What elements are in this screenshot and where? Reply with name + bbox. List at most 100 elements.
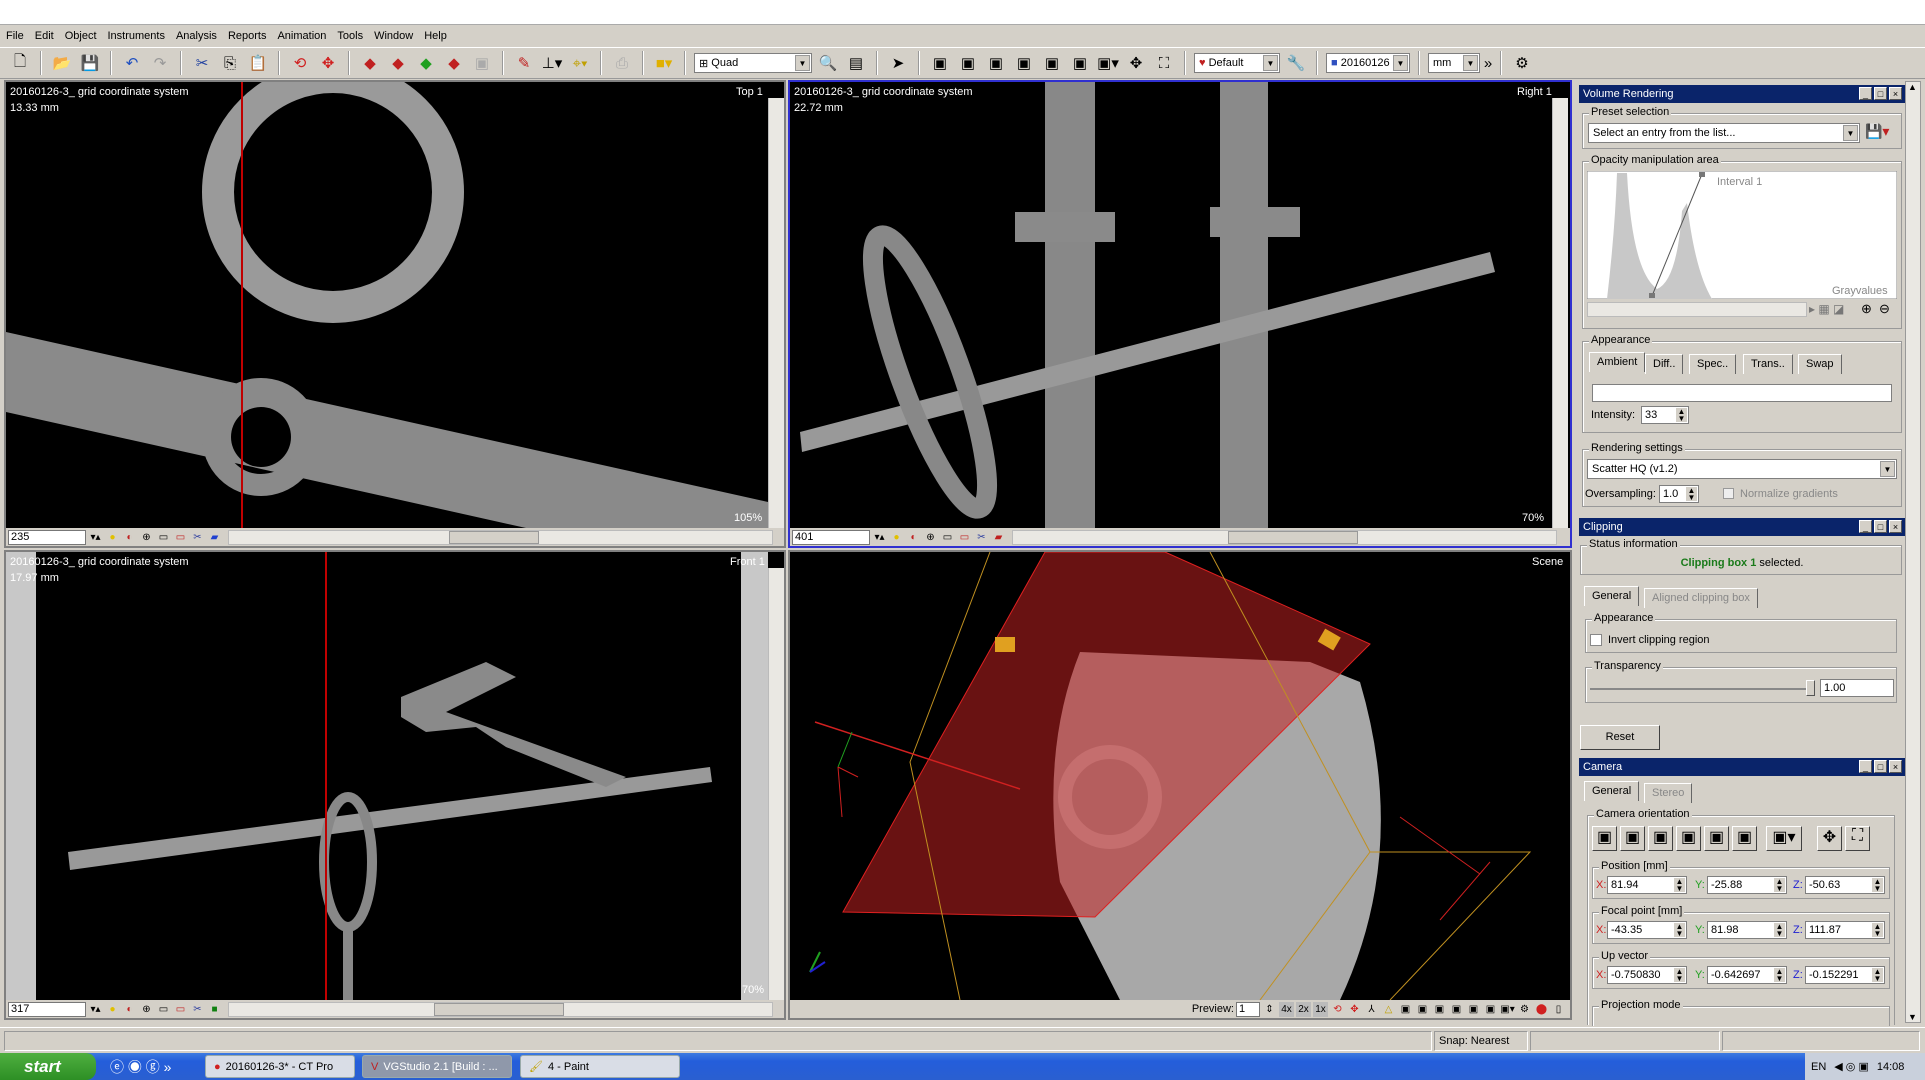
ambient-color-slider[interactable]: [1592, 384, 1892, 402]
light-icon[interactable]: ●: [105, 530, 120, 545]
renderer-select[interactable]: Scatter HQ (v1.2) ▼: [1587, 459, 1897, 479]
view-back-icon[interactable]: ▣: [1415, 1002, 1430, 1017]
screen-icon[interactable]: ▭: [940, 530, 955, 545]
axes-icon[interactable]: ⅄: [1364, 1002, 1379, 1017]
spinner-icon[interactable]: ▲ ▼: [1774, 968, 1785, 983]
reset-button[interactable]: Reset: [1580, 725, 1660, 750]
task-vgstudio[interactable]: V VGStudio 2.1 [Build : ...: [362, 1055, 512, 1078]
move-icon[interactable]: ✥: [1347, 1002, 1362, 1017]
view-custom-icon[interactable]: ▣▾: [1096, 51, 1120, 75]
cut-icon[interactable]: ✂: [974, 530, 989, 545]
spinner-icon[interactable]: ▲ ▼: [1872, 968, 1883, 983]
scroll-up-icon[interactable]: ▲: [1908, 82, 1917, 92]
preview-1x-button[interactable]: 1x: [1313, 1001, 1328, 1017]
vertical-scrollbar[interactable]: [768, 98, 784, 528]
zoom-out-icon[interactable]: ⊖: [1879, 301, 1890, 317]
slice-number-field[interactable]: 401: [792, 529, 870, 545]
maximize-icon[interactable]: □: [1874, 760, 1887, 773]
spin-icon[interactable]: ▾▴: [88, 1002, 103, 1017]
new-file-icon[interactable]: 🗋: [8, 51, 32, 75]
histogram-tools-icon[interactable]: ▸ ▦ ◪: [1809, 302, 1844, 316]
spinner-icon[interactable]: ▲ ▼: [1676, 408, 1687, 423]
view-right-icon[interactable]: ▣: [1676, 826, 1701, 851]
report-icon[interactable]: ⎙: [610, 51, 634, 75]
zoom-in-icon[interactable]: ⊕: [1861, 301, 1872, 317]
save-preset-icon[interactable]: 💾▾: [1865, 123, 1889, 140]
menu-file[interactable]: File: [6, 30, 24, 42]
view-front-icon[interactable]: ▣: [928, 51, 952, 75]
spinner-icon[interactable]: ▲ ▼: [1774, 878, 1785, 893]
spinner-icon[interactable]: ▲ ▼: [1674, 878, 1685, 893]
menu-animation[interactable]: Animation: [277, 30, 326, 42]
tab-camera-general[interactable]: General: [1584, 781, 1640, 801]
paste-icon[interactable]: 📋: [246, 51, 270, 75]
spin-icon[interactable]: ▾▴: [872, 530, 887, 545]
crosshair-icon[interactable]: ⊕: [139, 530, 154, 545]
annotation-icon[interactable]: ✎: [512, 51, 536, 75]
minimize-icon[interactable]: _: [1859, 760, 1872, 773]
menu-edit[interactable]: Edit: [35, 30, 54, 42]
slice-number-field[interactable]: 235: [8, 529, 86, 545]
measure-icon[interactable]: ⊥▾: [540, 51, 564, 75]
scroll-thumb[interactable]: [1228, 530, 1358, 544]
menu-window[interactable]: Window: [374, 30, 413, 42]
position-z-field[interactable]: -50.63 ▲ ▼: [1805, 876, 1885, 894]
up-x-field[interactable]: -0.750830 ▲ ▼: [1607, 966, 1687, 984]
menu-object[interactable]: Object: [65, 30, 97, 42]
vertical-scrollbar[interactable]: [1552, 98, 1568, 528]
crosshair-icon[interactable]: ⊕: [139, 1002, 154, 1017]
scroll-down-icon[interactable]: ▼: [1908, 1012, 1917, 1022]
panel-scrollbar[interactable]: ▲ ▼: [1905, 81, 1921, 1023]
close-icon[interactable]: ×: [1889, 520, 1902, 533]
pan-icon[interactable]: ✥: [1817, 826, 1842, 851]
horizontal-scrollbar[interactable]: [228, 1001, 773, 1017]
minimize-icon[interactable]: _: [1859, 520, 1872, 533]
settings-icon[interactable]: ⚙: [1517, 1002, 1532, 1017]
screen-icon[interactable]: ▭: [156, 1002, 171, 1017]
preset-select[interactable]: Select an entry from the list... ▼: [1588, 123, 1860, 143]
open-folder-icon[interactable]: 📂: [50, 51, 74, 75]
mask-icon[interactable]: ◐: [122, 1002, 137, 1017]
select-tool-icon[interactable]: ⌖▾: [568, 51, 592, 75]
spinner-icon[interactable]: ▲ ▼: [1686, 487, 1697, 502]
opacity-histogram[interactable]: Interval 1 Grayvalues: [1587, 171, 1897, 299]
transparency-field[interactable]: 1.00: [1820, 679, 1894, 697]
move-icon[interactable]: ✥: [316, 51, 340, 75]
spin-icon[interactable]: ▾▴: [88, 530, 103, 545]
view-top-icon[interactable]: ▣: [1040, 51, 1064, 75]
transparency-slider-thumb[interactable]: [1806, 680, 1815, 696]
robot-icon[interactable]: ⚙: [1510, 51, 1534, 75]
invert-clipping-checkbox[interactable]: [1590, 634, 1602, 646]
spinner-icon[interactable]: ▲ ▼: [1674, 968, 1685, 983]
tab-specular[interactable]: Spec..: [1689, 354, 1737, 374]
view-custom-icon[interactable]: ▣▾: [1500, 1002, 1515, 1017]
color-screen-icon[interactable]: ▭: [957, 530, 972, 545]
viewport-right[interactable]: 20160126-3_ grid coordinate system 22.72…: [788, 80, 1572, 548]
cut-icon[interactable]: ✂: [190, 1002, 205, 1017]
view-bottom-icon[interactable]: ▣: [1068, 51, 1092, 75]
transparency-slider-track[interactable]: [1590, 688, 1808, 690]
view-top-icon[interactable]: ▣: [1704, 826, 1729, 851]
position-x-field[interactable]: 81.94 ▲ ▼: [1607, 876, 1687, 894]
quick-launch-icons[interactable]: ⓔ ◉ ⓖ »: [110, 1057, 171, 1077]
menu-analysis[interactable]: Analysis: [176, 30, 217, 42]
object-cube-icon[interactable]: ■▾: [652, 51, 676, 75]
ruler-icon[interactable]: ▤: [844, 51, 868, 75]
copy-icon[interactable]: ⎘: [218, 51, 242, 75]
cut-icon[interactable]: ✂: [190, 51, 214, 75]
viewport-top[interactable]: 20160126-3_ grid coordinate system 13.33…: [4, 80, 786, 548]
start-button[interactable]: start: [0, 1053, 96, 1080]
pointer-icon[interactable]: ➤: [886, 51, 910, 75]
zoom-view-icon[interactable]: 🔍: [816, 51, 840, 75]
focal-z-field[interactable]: 111.87 ▲ ▼: [1805, 921, 1885, 939]
up-z-field[interactable]: -0.152291 ▲ ▼: [1805, 966, 1885, 984]
tab-aligned-clipping-box[interactable]: Aligned clipping box: [1644, 588, 1758, 608]
plane-icon[interactable]: ▰: [207, 530, 222, 545]
wrench-icon[interactable]: 🔧: [1284, 51, 1308, 75]
viewport-scene[interactable]: Scene Preview: 1 ⇕ 4x 2x 1x ⟲ ✥ ⅄ △ ▣ ▣ …: [788, 550, 1572, 1020]
oversampling-field[interactable]: 1.0 ▲ ▼: [1659, 485, 1699, 503]
light-icon[interactable]: ●: [889, 530, 904, 545]
rotate-icon[interactable]: ⟲: [288, 51, 312, 75]
view-left-icon[interactable]: ▣: [1432, 1002, 1447, 1017]
spin-icon[interactable]: ⇕: [1262, 1002, 1277, 1017]
